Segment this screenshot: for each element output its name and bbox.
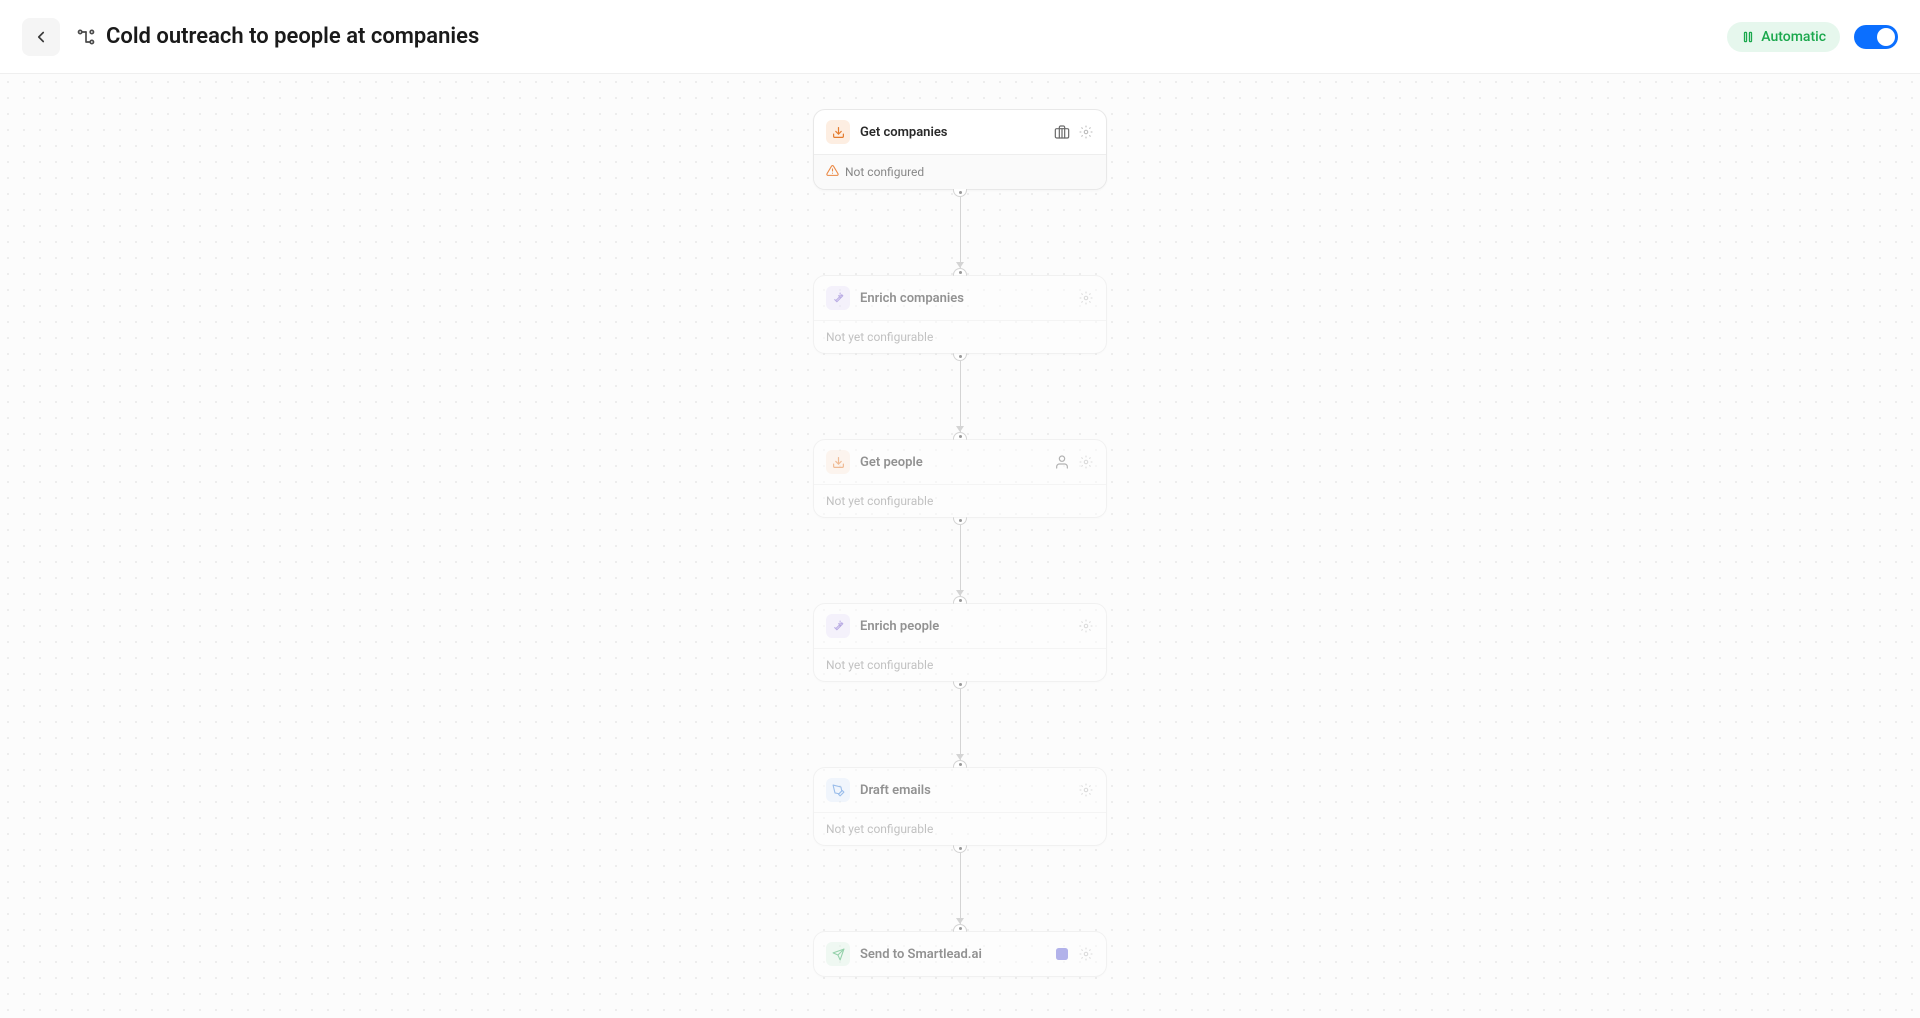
node-header: Enrich people [814, 604, 1106, 648]
gear-icon[interactable] [1078, 946, 1094, 962]
node-title: Get companies [860, 125, 948, 140]
gear-icon[interactable] [1078, 618, 1094, 634]
node-header-left: Send to Smartlead.ai [826, 942, 982, 966]
node-status: Not configured [845, 165, 924, 179]
download-icon [826, 120, 850, 144]
gear-icon[interactable] [1078, 782, 1094, 798]
node-enrich-people[interactable]: Enrich people Not yet configurable [813, 603, 1107, 682]
node-header: Send to Smartlead.ai [814, 932, 1106, 976]
node-get-people[interactable]: Get people [813, 439, 1107, 518]
back-button[interactable] [22, 18, 60, 56]
connector [953, 682, 967, 767]
connector [953, 518, 967, 603]
node-body: Not yet configurable [814, 484, 1106, 517]
connector [953, 354, 967, 439]
sparkle-icon [826, 614, 850, 638]
node-status: Not yet configurable [826, 494, 933, 508]
connector [953, 190, 967, 275]
node-status: Not yet configurable [826, 658, 933, 672]
node-header-left: Get companies [826, 120, 948, 144]
header-left: Cold outreach to people at companies [22, 18, 479, 56]
pause-icon [1741, 30, 1755, 44]
warning-icon [826, 164, 839, 180]
gear-icon[interactable] [1078, 290, 1094, 306]
workflow-icon [76, 27, 96, 47]
node-draft-emails[interactable]: Draft emails Not yet configurable [813, 767, 1107, 846]
chevron-left-icon [32, 28, 50, 46]
header: Cold outreach to people at companies Aut… [0, 0, 1920, 74]
header-right: Automatic [1727, 22, 1898, 52]
toggle-switch[interactable] [1854, 25, 1898, 49]
node-header-right [1054, 124, 1094, 140]
toggle-knob [1877, 28, 1895, 46]
flow-container: Get companies [813, 109, 1107, 977]
download-icon [826, 450, 850, 474]
node-body: Not yet configurable [814, 320, 1106, 353]
node-header-left: Enrich companies [826, 286, 964, 310]
node-header-right [1054, 454, 1094, 470]
node-header-right [1054, 946, 1094, 962]
node-header-right [1078, 618, 1094, 634]
node-title: Draft emails [860, 783, 931, 798]
node-status: Not yet configurable [826, 330, 933, 344]
app-icon[interactable] [1054, 946, 1070, 962]
automatic-label: Automatic [1761, 29, 1826, 45]
node-enrich-companies[interactable]: Enrich companies Not yet configurable [813, 275, 1107, 354]
pen-icon [826, 778, 850, 802]
send-icon [826, 942, 850, 966]
node-title: Send to Smartlead.ai [860, 947, 982, 962]
node-body: Not yet configurable [814, 812, 1106, 845]
node-header-left: Get people [826, 450, 923, 474]
sparkle-icon [826, 286, 850, 310]
node-header-left: Enrich people [826, 614, 939, 638]
node-get-companies[interactable]: Get companies [813, 109, 1107, 190]
node-header: Draft emails [814, 768, 1106, 812]
node-header: Get people [814, 440, 1106, 484]
node-body: Not configured [814, 154, 1106, 189]
canvas[interactable]: Get companies [0, 74, 1920, 1018]
briefcase-icon[interactable] [1054, 124, 1070, 140]
node-header-right [1078, 782, 1094, 798]
node-header: Get companies [814, 110, 1106, 154]
node-send-smartlead[interactable]: Send to Smartlead.ai [813, 931, 1107, 977]
node-header-left: Draft emails [826, 778, 931, 802]
title-group: Cold outreach to people at companies [76, 24, 479, 49]
node-title: Enrich people [860, 619, 939, 634]
node-status: Not yet configurable [826, 822, 933, 836]
node-title: Get people [860, 455, 923, 470]
gear-icon[interactable] [1078, 454, 1094, 470]
node-header-right [1078, 290, 1094, 306]
node-header: Enrich companies [814, 276, 1106, 320]
page-title: Cold outreach to people at companies [106, 24, 479, 49]
connector [953, 846, 967, 931]
node-title: Enrich companies [860, 291, 964, 306]
gear-icon[interactable] [1078, 124, 1094, 140]
node-body: Not yet configurable [814, 648, 1106, 681]
person-icon[interactable] [1054, 454, 1070, 470]
automatic-badge[interactable]: Automatic [1727, 22, 1840, 52]
